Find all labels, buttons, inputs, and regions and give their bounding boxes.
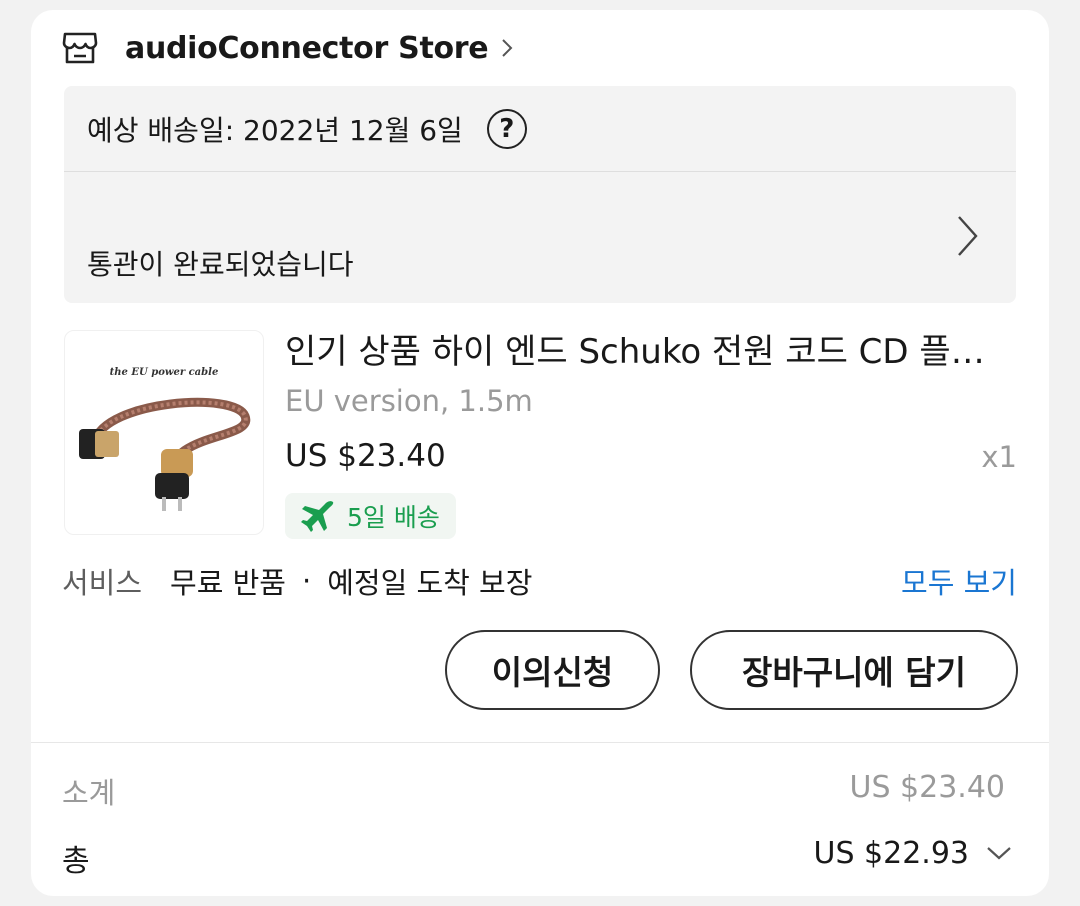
chevron-down-icon[interactable] xyxy=(985,844,1013,862)
total-label: 총 xyxy=(62,844,90,879)
store-header[interactable]: audioConnector Store xyxy=(31,10,1049,86)
delivery-info-box: 예상 배송일: 2022년 12월 6일 ? 통관이 완료되었습니다 xyxy=(64,86,1016,303)
dispute-button[interactable]: 이의신청 xyxy=(445,630,660,710)
estimated-delivery-row: 예상 배송일: 2022년 12월 6일 ? xyxy=(64,86,1016,172)
power-cable-illustration xyxy=(79,397,251,511)
service-guaranteed-arrival: 예정일 도착 보장 xyxy=(327,566,533,600)
storefront-icon xyxy=(61,29,99,67)
shipping-badge-label: 5일 배송 xyxy=(347,503,440,532)
subtotal-label: 소계 xyxy=(62,776,116,810)
airplane-icon xyxy=(299,499,337,533)
customs-status-row[interactable]: 통관이 완료되었습니다 xyxy=(64,173,1016,303)
add-to-cart-button[interactable]: 장바구니에 담기 xyxy=(690,630,1018,710)
customs-status-text: 통관이 완료되었습니다 xyxy=(87,248,354,281)
shipping-badge: 5일 배송 xyxy=(285,493,456,539)
chevron-right-icon xyxy=(954,213,980,259)
chevron-right-icon xyxy=(498,35,516,61)
question-circle-icon[interactable]: ? xyxy=(486,108,527,149)
order-store-card: audioConnector Store 예상 배송일: 2022년 12월 6… xyxy=(31,10,1049,896)
subtotal-value: US $23.40 xyxy=(849,770,1005,805)
view-all-services-link[interactable]: 모두 보기 xyxy=(901,560,1017,602)
store-name[interactable]: audioConnector Store xyxy=(125,31,489,66)
product-price: US $23.40 xyxy=(285,438,446,474)
product-image-caption: the EU power cable xyxy=(109,367,219,378)
estimated-delivery-date: 예상 배송일: 2022년 12월 6일 xyxy=(87,113,463,147)
services-row: 서비스 무료 반품 · 예정일 도착 보장 xyxy=(62,560,532,602)
product-variant: EU version, 1.5m xyxy=(285,384,533,418)
service-separator: · xyxy=(302,564,312,598)
total-value[interactable]: US $22.93 xyxy=(813,836,969,871)
divider xyxy=(31,742,1049,743)
service-free-return: 무료 반품 xyxy=(170,566,286,600)
product-image[interactable]: the EU power cable xyxy=(64,330,264,535)
product-title[interactable]: 인기 상품 하이 엔드 Schuko 전원 코드 CD 플레이어 파워 앰프 E… xyxy=(285,324,1015,373)
services-label: 서비스 xyxy=(62,566,143,600)
product-quantity: x1 xyxy=(981,440,1017,474)
